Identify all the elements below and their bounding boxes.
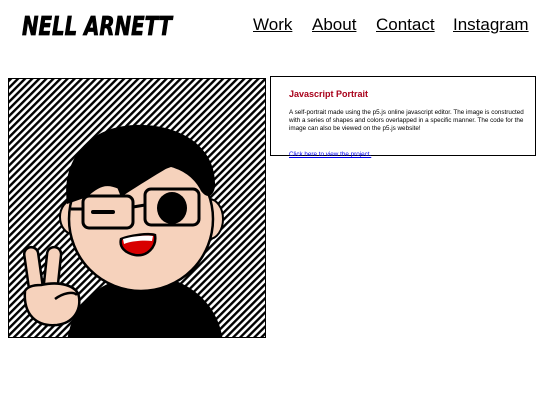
nav-link-work[interactable]: Work — [253, 15, 292, 35]
main-nav: Work About Contact Instagram — [0, 15, 540, 37]
project-card: Javascript Portrait A self-portrait made… — [270, 76, 536, 158]
glasses-bridge — [132, 203, 146, 209]
project-description: A self-portrait made using the p5.js onl… — [289, 109, 524, 132]
portrait-image — [8, 78, 266, 338]
project-link[interactable]: Click here to view the project. — [289, 151, 371, 158]
open-eye — [157, 192, 187, 224]
project-title: Javascript Portrait — [289, 89, 369, 99]
nav-link-about[interactable]: About — [312, 15, 356, 35]
nav-link-contact[interactable]: Contact — [376, 15, 435, 35]
nav-link-instagram[interactable]: Instagram — [453, 15, 529, 35]
